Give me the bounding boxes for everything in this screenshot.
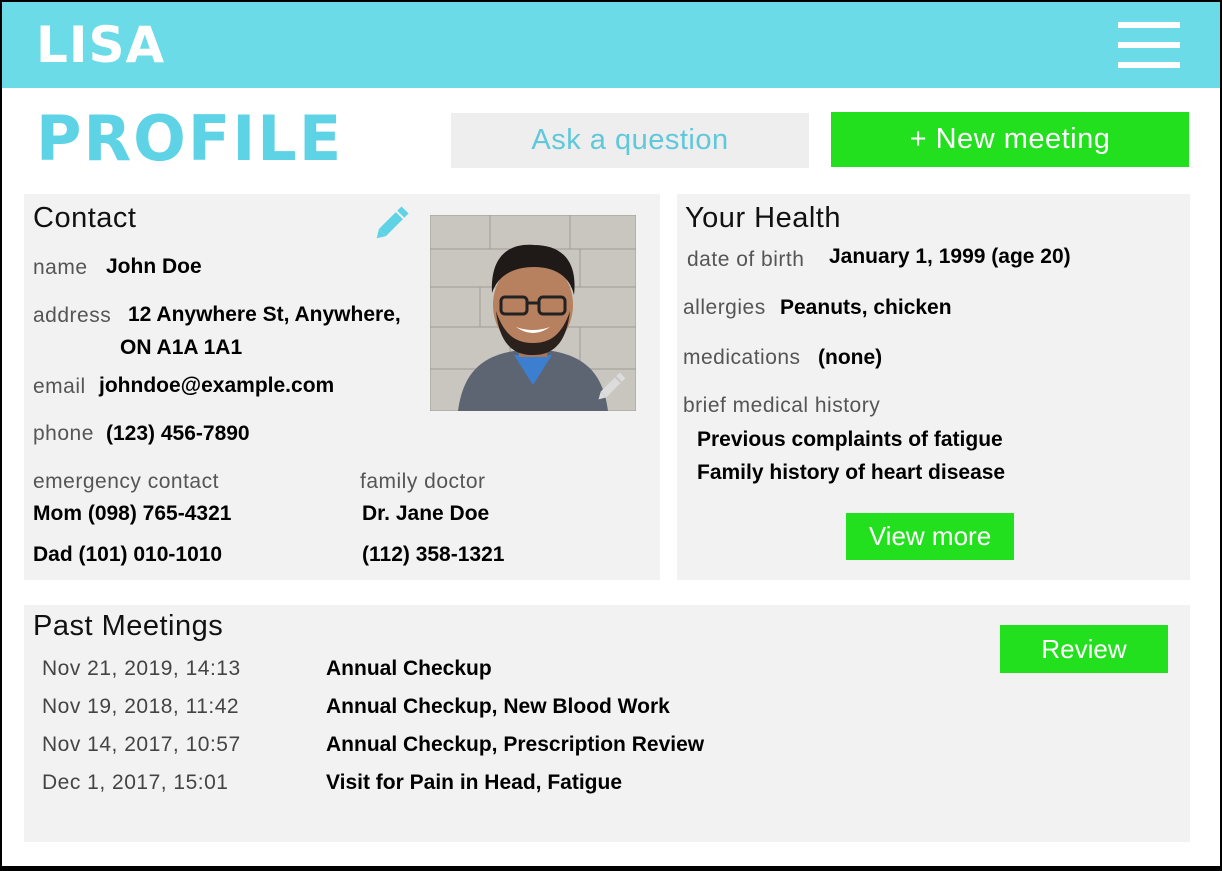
meeting-title: Visit for Pain in Head, Fatigue [326,771,622,794]
family-doctor-name: Dr. Jane Doe [362,502,490,525]
medications-value: (none) [818,346,883,369]
meeting-title: Annual Checkup [326,657,492,680]
edit-contact-pencil-icon[interactable] [374,204,412,240]
family-doctor-label: family doctor [360,470,486,493]
hamburger-menu-icon[interactable] [1118,22,1180,68]
meeting-title: Annual Checkup, Prescription Review [326,733,705,756]
meeting-date: Nov 21, 2019, 14:13 [42,657,241,680]
name-value: John Doe [106,255,202,278]
app-frame: LISA PROFILE Ask a question + New meetin… [2,2,1220,866]
edit-photo-pencil-icon[interactable] [596,371,628,401]
app-logo: LISA [36,16,166,74]
health-title: Your Health [685,202,841,234]
ask-question-button[interactable]: Ask a question [451,113,809,168]
contact-panel: Contact name John Doe address 12 Anywher… [24,194,660,580]
contact-title: Contact [33,202,137,234]
dob-value: January 1, 1999 (age 20) [829,245,1071,268]
menu-line [1118,22,1180,28]
top-bar: LISA [2,2,1220,88]
address-label: address [33,304,112,327]
health-panel: Your Health date of birth January 1, 199… [677,194,1190,580]
review-button[interactable]: Review [1000,625,1168,673]
email-value: johndoe@example.com [99,374,335,397]
past-meetings-title: Past Meetings [33,610,224,642]
medical-history-label: brief medical history [683,394,881,417]
meeting-row[interactable]: Nov 19, 2018, 11:42 Annual Checkup, New … [24,695,924,725]
view-more-button[interactable]: View more [846,513,1014,560]
past-meetings-panel: Past Meetings Review Nov 21, 2019, 14:13… [24,605,1190,842]
meeting-title: Annual Checkup, New Blood Work [326,695,670,718]
emergency-contact-label: emergency contact [33,470,219,493]
email-label: email [33,375,86,398]
dob-label: date of birth [687,248,805,271]
phone-label: phone [33,422,94,445]
menu-line [1118,62,1180,68]
name-label: name [33,256,88,279]
allergies-value: Peanuts, chicken [780,296,952,319]
allergies-label: allergies [683,296,766,319]
address-line1: 12 Anywhere St, Anywhere, [128,303,401,326]
page-title: PROFILE [36,102,344,175]
meeting-row[interactable]: Dec 1, 2017, 15:01 Visit for Pain in Hea… [24,771,924,801]
medications-label: medications [683,346,801,369]
menu-line [1118,42,1180,48]
medical-history-item: Family history of heart disease [697,461,1006,484]
new-meeting-button[interactable]: + New meeting [831,112,1189,167]
meeting-date: Nov 19, 2018, 11:42 [42,695,240,718]
medical-history-item: Previous complaints of fatigue [697,428,1003,451]
meeting-row[interactable]: Nov 21, 2019, 14:13 Annual Checkup [24,657,924,687]
emergency-contact-mom: Mom (098) 765-4321 [33,502,232,525]
emergency-contact-dad: Dad (101) 010-1010 [33,543,223,566]
meeting-date: Nov 14, 2017, 10:57 [42,733,241,756]
profile-photo[interactable] [430,215,636,411]
family-doctor-phone: (112) 358-1321 [362,543,505,566]
phone-value: (123) 456-7890 [106,422,250,445]
meeting-row[interactable]: Nov 14, 2017, 10:57 Annual Checkup, Pres… [24,733,924,763]
address-line2: ON A1A 1A1 [120,336,243,359]
meeting-date: Dec 1, 2017, 15:01 [42,771,229,794]
